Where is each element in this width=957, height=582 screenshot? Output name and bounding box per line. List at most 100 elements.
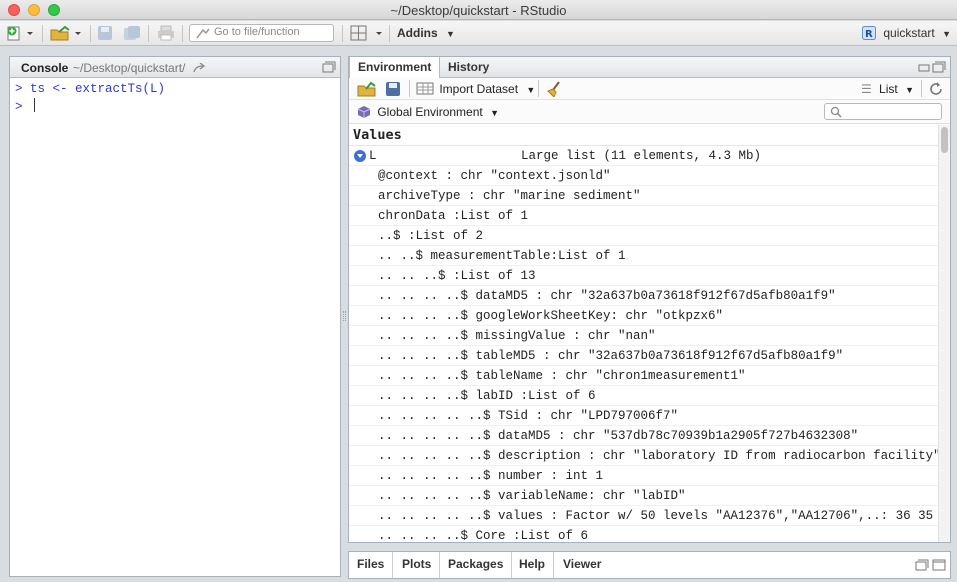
clear-workspace-broom-icon[interactable] xyxy=(545,81,563,97)
goto-file-icon xyxy=(196,28,210,39)
structure-row-text: .. .. .. .. ..$ dataMD5 : chr "537db78c7… xyxy=(378,429,859,443)
values-section-header: Values xyxy=(349,125,938,146)
structure-row: .. .. .. ..$ Core :List of 6 xyxy=(349,526,938,542)
environment-tabbar: Environment History xyxy=(349,57,950,79)
print-icon[interactable] xyxy=(157,25,175,41)
structure-row: .. .. .. ..$ tableMD5 : chr "32a637b0a73… xyxy=(349,346,938,366)
structure-row-text: .. .. .. ..$ tableMD5 : chr "32a637b0a73… xyxy=(378,349,844,363)
structure-row: @context : chr "context.jsonld" xyxy=(349,166,938,186)
environment-object-list: Values L Large list (11 elements, 4.3 Mb… xyxy=(349,125,938,542)
tab-history[interactable]: History xyxy=(440,57,497,78)
structure-row-text: .. .. .. .. ..$ variableName: chr "labID… xyxy=(378,489,686,503)
structure-row-text: .. .. ..$ :List of 13 xyxy=(378,269,536,283)
console-line: > xyxy=(15,98,340,116)
environment-scrollbar[interactable] xyxy=(938,125,950,542)
console-tab[interactable]: Console xyxy=(21,61,68,75)
console-prompt: > xyxy=(15,100,23,114)
view-mode-dropdown[interactable]: ☰ List ▼ xyxy=(861,82,914,96)
console-working-dir[interactable]: ~/Desktop/quickstart/ xyxy=(73,61,207,75)
chevron-down-icon: ▼ xyxy=(942,29,951,39)
chevron-down-icon: ▼ xyxy=(526,85,536,95)
structure-row-text: .. .. .. .. ..$ values : Factor w/ 50 le… xyxy=(378,509,938,523)
structure-row-text: .. .. .. .. ..$ number : int 1 xyxy=(378,469,604,483)
structure-row: chronData :List of 1 xyxy=(349,206,938,226)
list-icon: ☰ xyxy=(860,82,872,96)
object-name: L xyxy=(369,149,377,163)
console-pane: Console ~/Desktop/quickstart/ > ts <- ex… xyxy=(9,56,341,577)
view-mode-label: List xyxy=(879,82,898,96)
addins-menu[interactable]: Addins ▼ xyxy=(397,26,455,40)
maximize-pane-icon[interactable] xyxy=(322,61,336,73)
structure-row-text: .. .. .. ..$ missingValue : chr "nan" xyxy=(378,329,656,343)
structure-row: .. .. .. ..$ labID :List of 6 xyxy=(349,386,938,406)
structure-row: .. .. .. .. ..$ number : int 1 xyxy=(349,466,938,486)
goto-file-function-input[interactable]: Go to file/function xyxy=(189,24,334,42)
refresh-icon[interactable] xyxy=(928,81,944,97)
chevron-down-icon: ▼ xyxy=(905,85,914,95)
structure-row-text: .. .. .. .. ..$ TSid : chr "LPD797006f7" xyxy=(378,409,679,423)
go-to-directory-icon xyxy=(193,62,205,73)
pane-splitter[interactable] xyxy=(341,56,348,577)
structure-row: .. .. .. ..$ googleWorkSheetKey: chr "ot… xyxy=(349,306,938,326)
files-pane: Files Plots Packages Help Viewer xyxy=(348,551,951,579)
svg-text:R: R xyxy=(865,29,873,40)
structure-row: .. ..$ measurementTable:List of 1 xyxy=(349,246,938,266)
structure-row: .. .. .. .. ..$ dataMD5 : chr "537db78c7… xyxy=(349,426,938,446)
search-icon xyxy=(830,106,842,118)
main-toolbar: Go to file/function Addins ▼ R quickstar… xyxy=(0,21,957,46)
structure-row-text: .. ..$ measurementTable:List of 1 xyxy=(378,249,626,263)
open-file-icon[interactable] xyxy=(50,25,84,41)
structure-row: ..$ :List of 2 xyxy=(349,226,938,246)
environment-scope-bar: Global Environment ▼ xyxy=(349,100,950,124)
workspace-panes-icon[interactable] xyxy=(350,25,384,41)
object-row-L[interactable]: L Large list (11 elements, 4.3 Mb) xyxy=(349,146,938,166)
structure-row: .. .. .. .. ..$ TSid : chr "LPD797006f7" xyxy=(349,406,938,426)
import-dataset-button[interactable]: Import Dataset ▼ xyxy=(416,82,535,96)
structure-row-text: .. .. .. .. ..$ description : chr "labor… xyxy=(378,449,938,463)
console-header: Console ~/Desktop/quickstart/ xyxy=(10,57,340,78)
save-all-icon[interactable] xyxy=(123,25,141,41)
structure-row-text: .. .. .. ..$ googleWorkSheetKey: chr "ot… xyxy=(378,309,724,323)
addins-label: Addins xyxy=(397,26,438,40)
import-dataset-label: Import Dataset xyxy=(439,82,519,96)
minimize-pane-icon[interactable] xyxy=(918,62,930,74)
project-menu[interactable]: R quickstart ▼ xyxy=(862,26,951,40)
structure-row-text: .. .. .. ..$ labID :List of 6 xyxy=(378,389,596,403)
structure-row: .. .. .. ..$ tableName : chr "chron1meas… xyxy=(349,366,938,386)
tab-packages[interactable]: Packages xyxy=(440,552,513,578)
project-icon: R xyxy=(862,26,877,40)
scroll-thumb[interactable] xyxy=(941,127,948,153)
environment-pane: Environment History Import Dataset ▼ ☰ L… xyxy=(348,56,951,543)
structure-row-text: archiveType : chr "marine sediment" xyxy=(378,189,641,203)
environment-scope-dropdown[interactable]: Global Environment ▼ xyxy=(357,105,499,119)
environment-scope-label: Global Environment xyxy=(377,105,483,119)
structure-row-text: chronData :List of 1 xyxy=(378,209,529,223)
load-workspace-icon[interactable] xyxy=(357,81,377,97)
maximize-pane-icon[interactable] xyxy=(932,559,946,571)
structure-row: .. .. .. ..$ dataMD5 : chr "32a637b0a736… xyxy=(349,286,938,306)
new-file-icon[interactable] xyxy=(6,25,36,41)
console-path-label: ~/Desktop/quickstart/ xyxy=(73,61,186,75)
save-icon[interactable] xyxy=(97,25,113,41)
environment-search-input[interactable] xyxy=(824,103,942,120)
window-title: ~/Desktop/quickstart - RStudio xyxy=(390,3,567,18)
tab-environment[interactable]: Environment xyxy=(349,57,441,79)
chevron-down-icon: ▼ xyxy=(490,108,499,118)
tab-viewer[interactable]: Viewer xyxy=(555,552,609,578)
console-prompt: > xyxy=(15,82,23,96)
tab-plots[interactable]: Plots xyxy=(394,552,441,578)
expand-collapse-icon[interactable] xyxy=(354,150,366,162)
maximize-pane-icon[interactable] xyxy=(932,61,946,73)
console-output[interactable]: > ts <- extractTs(L) > xyxy=(10,78,340,116)
structure-row-text: .. .. .. ..$ tableName : chr "chron1meas… xyxy=(378,369,746,383)
tab-help[interactable]: Help xyxy=(511,552,555,578)
save-workspace-icon[interactable] xyxy=(385,81,401,97)
structure-row-text: @context : chr "context.jsonld" xyxy=(378,169,611,183)
structure-row: .. .. .. .. ..$ description : chr "labor… xyxy=(349,446,938,466)
text-cursor xyxy=(34,98,36,112)
restore-pane-icon[interactable] xyxy=(915,559,929,571)
tab-files[interactable]: Files xyxy=(349,552,394,578)
structure-row-text: .. .. .. ..$ dataMD5 : chr "32a637b0a736… xyxy=(378,289,836,303)
structure-row-text: .. .. .. ..$ Core :List of 6 xyxy=(378,529,589,542)
chevron-down-icon: ▼ xyxy=(446,29,455,39)
